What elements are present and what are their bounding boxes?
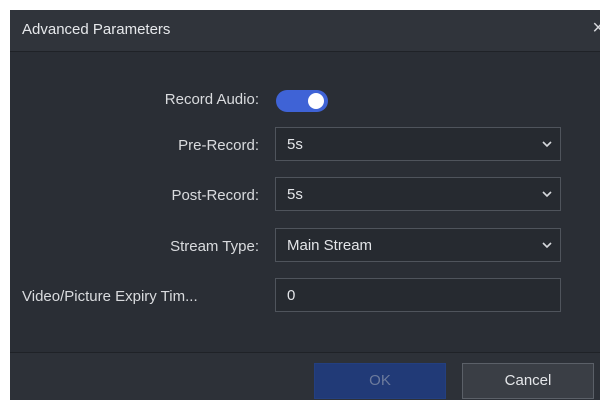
close-icon[interactable]: × xyxy=(592,18,600,38)
record-audio-label: Record Audio: xyxy=(164,91,259,108)
post-record-value: 5s xyxy=(287,186,303,203)
pre-record-label: Pre-Record: xyxy=(178,137,259,154)
toggle-knob xyxy=(308,93,324,109)
stream-type-value: Main Stream xyxy=(287,237,373,254)
stream-type-label: Stream Type: xyxy=(170,238,259,255)
expiry-time-input[interactable]: 0 xyxy=(275,278,561,312)
pre-record-value: 5s xyxy=(287,136,303,153)
pre-record-select[interactable]: 5s xyxy=(275,127,561,161)
cancel-button[interactable]: Cancel xyxy=(462,363,594,399)
dialog-footer: OK Cancel xyxy=(10,352,600,400)
expiry-time-label: Video/Picture Expiry Tim... xyxy=(22,288,198,305)
expiry-time-value: 0 xyxy=(287,287,296,304)
post-record-select[interactable]: 5s xyxy=(275,177,561,211)
title-divider xyxy=(10,51,600,52)
record-audio-toggle[interactable] xyxy=(276,90,328,112)
dialog-titlebar: Advanced Parameters × xyxy=(10,10,600,51)
dialog-title: Advanced Parameters xyxy=(22,21,171,38)
stream-type-select[interactable]: Main Stream xyxy=(275,228,561,262)
ok-button[interactable]: OK xyxy=(314,363,446,399)
advanced-parameters-dialog: Advanced Parameters × Record Audio: Pre-… xyxy=(10,10,600,400)
chevron-down-icon xyxy=(542,191,552,198)
chevron-down-icon xyxy=(542,242,552,249)
post-record-label: Post-Record: xyxy=(171,187,259,204)
chevron-down-icon xyxy=(542,141,552,148)
